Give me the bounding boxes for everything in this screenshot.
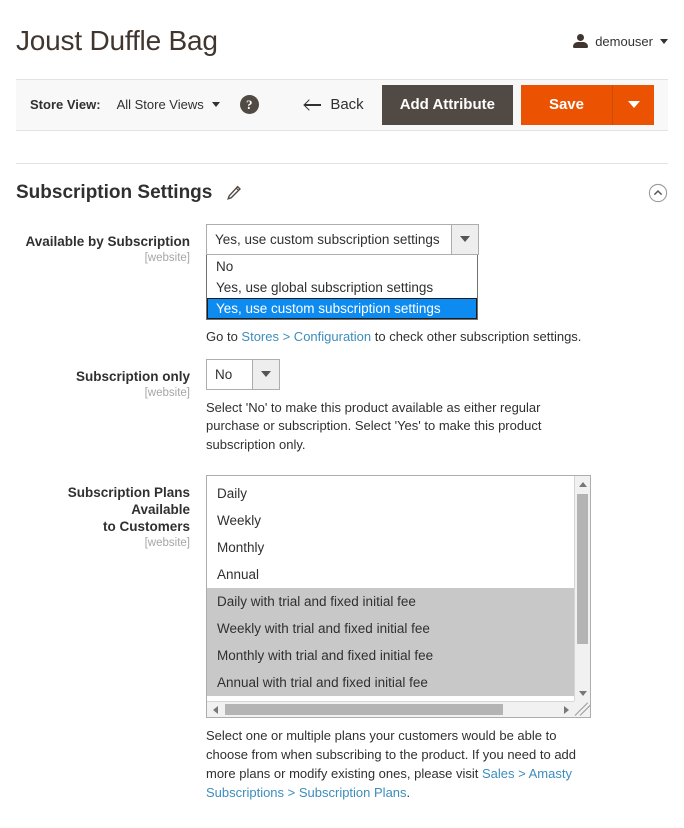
vertical-scrollbar-thumb[interactable] xyxy=(577,494,588,644)
select-value: No xyxy=(207,360,252,389)
chevron-down-icon xyxy=(451,225,478,254)
label-text: Available by Subscription xyxy=(16,234,190,251)
resize-grip-icon[interactable] xyxy=(574,701,590,717)
chevron-down-icon xyxy=(660,39,668,44)
field-label-subscription-only: Subscription only [website] xyxy=(16,359,206,456)
subscription-plans-option-list: Daily Weekly Monthly Annual Daily with t… xyxy=(207,476,574,701)
store-view-value: All Store Views xyxy=(117,97,204,112)
save-button-group: Save xyxy=(521,85,654,125)
field-label-subscription-plans: Subscription Plans Available to Customer… xyxy=(16,475,206,802)
scope-indicator: [website] xyxy=(16,537,190,549)
horizontal-scrollbar-thumb[interactable] xyxy=(225,704,503,715)
label-text-line2: to Customers xyxy=(16,519,190,536)
user-avatar-icon xyxy=(573,34,588,49)
scope-indicator: [website] xyxy=(16,387,190,399)
dropdown-option-selected[interactable]: Yes, use custom subscription settings xyxy=(207,298,477,319)
add-attribute-button[interactable]: Add Attribute xyxy=(382,85,513,125)
multiselect-option[interactable]: Monthly xyxy=(207,534,574,561)
field-control-subscription-plans: Daily Weekly Monthly Annual Daily with t… xyxy=(206,475,668,802)
multiselect-option-selected[interactable]: Weekly with trial and fixed initial fee xyxy=(207,615,574,642)
back-button-label: Back xyxy=(330,96,363,113)
field-control-subscription-only: No Select 'No' to make this product avai… xyxy=(206,359,668,456)
user-menu[interactable]: demouser xyxy=(573,26,668,49)
field-subscription-plans: Subscription Plans Available to Customer… xyxy=(16,475,668,802)
dropdown-option[interactable]: Yes, use global subscription settings xyxy=(207,277,477,298)
multiselect-option[interactable]: Annual xyxy=(207,561,574,588)
dropdown-option[interactable]: No xyxy=(207,256,477,277)
store-view-switcher[interactable]: All Store Views xyxy=(117,97,220,112)
label-text-line1: Subscription Plans Available xyxy=(16,485,190,519)
save-button[interactable]: Save xyxy=(521,85,612,125)
note-prefix: Go to xyxy=(206,329,241,344)
subscription-only-select[interactable]: No xyxy=(206,359,280,390)
multiselect-option-selected[interactable]: Daily with trial and fixed initial fee xyxy=(207,588,574,615)
note-suffix: . xyxy=(407,785,411,800)
subscription-plans-note: Select one or multiple plans your custom… xyxy=(206,727,591,802)
available-by-subscription-select[interactable]: Yes, use custom subscription settings xyxy=(206,224,479,255)
field-control-available-by-subscription: Yes, use custom subscription settings No… xyxy=(206,224,668,347)
label-text: Subscription only xyxy=(16,369,190,386)
vertical-scrollbar[interactable] xyxy=(574,476,590,701)
available-by-subscription-dropdown[interactable]: No Yes, use global subscription settings… xyxy=(206,255,478,320)
multiselect-option[interactable]: Weekly xyxy=(207,507,574,534)
subscription-plans-multiselect[interactable]: Daily Weekly Monthly Annual Daily with t… xyxy=(206,475,591,718)
scroll-left-button[interactable] xyxy=(207,702,223,717)
scope-indicator: [website] xyxy=(16,252,190,264)
stores-configuration-link[interactable]: Stores > Configuration xyxy=(241,329,371,344)
arrow-left-icon xyxy=(305,99,321,110)
store-view-label: Store View: xyxy=(30,97,101,112)
subscription-settings-section-header[interactable]: Subscription Settings xyxy=(16,164,668,214)
subscription-settings-form: Available by Subscription [website] Yes,… xyxy=(0,214,684,803)
select-value: Yes, use custom subscription settings xyxy=(207,225,451,254)
action-toolbar: Store View: All Store Views ? Back Add A… xyxy=(16,79,668,131)
chevron-down-icon xyxy=(628,101,640,108)
section-collapse-toggle[interactable] xyxy=(648,183,668,203)
multiselect-option-selected[interactable]: Monthly with trial and fixed initial fee xyxy=(207,642,574,669)
save-options-button[interactable] xyxy=(612,85,654,125)
note-suffix: to check other subscription settings. xyxy=(371,329,581,344)
scroll-right-button[interactable] xyxy=(558,702,574,717)
chevron-down-icon xyxy=(252,360,279,389)
scroll-up-button[interactable] xyxy=(575,476,590,492)
back-button[interactable]: Back xyxy=(305,96,363,113)
multiselect-option-selected[interactable]: Annual with trial and fixed initial fee xyxy=(207,669,574,696)
pencil-icon[interactable] xyxy=(226,185,242,201)
field-available-by-subscription: Available by Subscription [website] Yes,… xyxy=(16,224,668,347)
available-by-subscription-note: Go to Stores > Configuration to check ot… xyxy=(206,328,596,347)
user-menu-label: demouser xyxy=(595,34,653,49)
horizontal-scrollbar[interactable] xyxy=(207,701,574,717)
section-title: Subscription Settings xyxy=(16,182,212,204)
page-title: Joust Duffle Bag xyxy=(16,26,218,57)
scroll-down-button[interactable] xyxy=(575,685,590,701)
page-header: Joust Duffle Bag demouser xyxy=(0,0,684,57)
chevron-down-icon xyxy=(212,102,220,107)
subscription-only-note: Select 'No' to make this product availab… xyxy=(206,399,596,456)
field-label-available-by-subscription: Available by Subscription [website] xyxy=(16,224,206,347)
field-subscription-only: Subscription only [website] No Select 'N… xyxy=(16,359,668,456)
help-icon[interactable]: ? xyxy=(240,95,259,114)
multiselect-option[interactable]: Daily xyxy=(207,480,574,507)
